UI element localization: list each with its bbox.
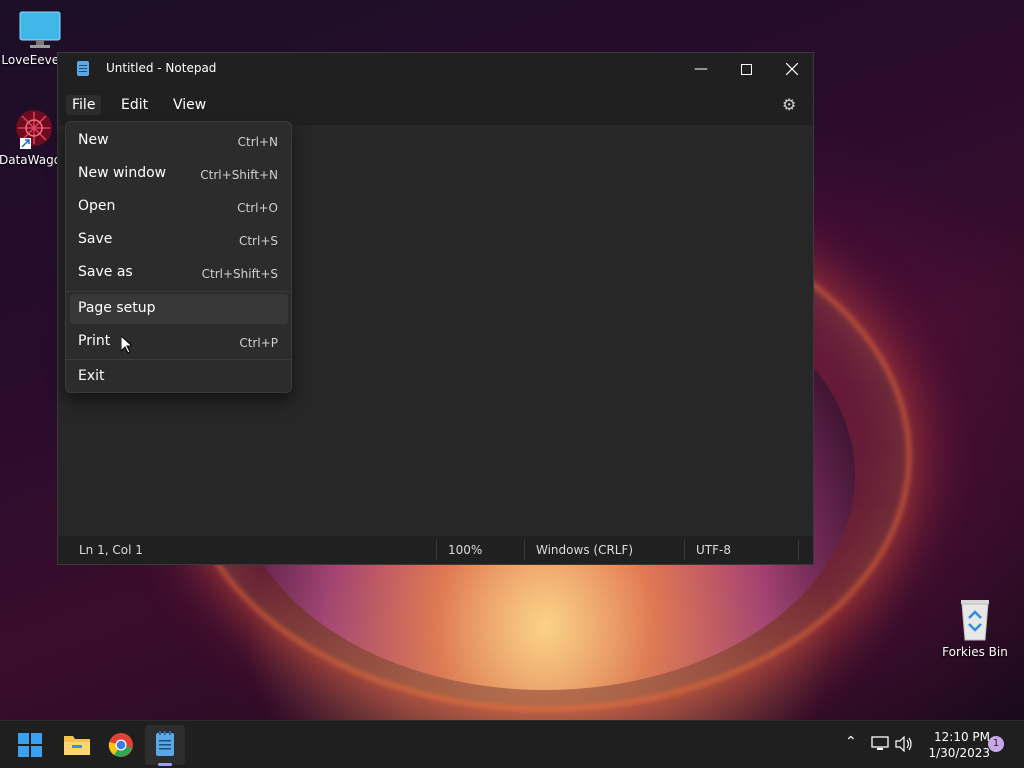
windows-start-icon[interactable] — [18, 733, 42, 757]
status-encoding: UTF-8 — [696, 543, 731, 557]
menu-item-print[interactable]: Print Ctrl+P — [70, 327, 288, 357]
status-zoom: 100% — [448, 543, 483, 557]
menu-item-open[interactable]: Open Ctrl+O — [70, 192, 288, 222]
volume-icon[interactable] — [895, 736, 913, 752]
notepad-icon — [77, 61, 89, 76]
close-button[interactable] — [769, 53, 815, 85]
menu-item-label: Save — [78, 231, 113, 247]
clock-date: 1/30/2023 — [928, 746, 990, 760]
status-bar: Ln 1, Col 1 100% Windows (CRLF) UTF-8 — [58, 536, 813, 564]
close-icon — [786, 63, 798, 75]
menu-bar: File Edit View ⚙ — [58, 85, 813, 125]
status-line-endings: Windows (CRLF) — [536, 543, 634, 557]
menu-separator — [66, 359, 291, 360]
settings-gear-icon[interactable]: ⚙ — [782, 95, 796, 114]
menu-item-shortcut: Ctrl+P — [239, 336, 278, 350]
minimize-button[interactable]: — — [678, 53, 724, 85]
menu-separator — [66, 291, 291, 292]
file-dropdown-menu: New Ctrl+N New window Ctrl+Shift+N Open … — [65, 121, 292, 393]
status-divider — [684, 540, 685, 560]
menu-item-label: Exit — [78, 368, 105, 384]
menu-item-save[interactable]: Save Ctrl+S — [70, 225, 288, 255]
menu-item-shortcut: Ctrl+N — [237, 135, 278, 149]
clock-time: 12:10 PM — [934, 730, 990, 744]
chrome-browser-icon[interactable] — [108, 732, 134, 758]
menu-item-label: New — [78, 132, 109, 148]
menu-item-label: Page setup — [78, 300, 156, 316]
notification-badge[interactable]: 1 — [988, 736, 1004, 752]
desktop-icon-recycle-bin[interactable]: Forkies Bin — [935, 596, 1015, 659]
status-divider — [524, 540, 525, 560]
menu-edit[interactable]: Edit — [115, 95, 154, 115]
menu-file[interactable]: File — [66, 95, 102, 115]
menu-item-label: Save as — [78, 264, 133, 280]
title-bar[interactable]: Untitled - Notepad — — [58, 53, 813, 85]
menu-item-shortcut: Ctrl+Shift+N — [200, 168, 278, 182]
system-clock[interactable]: 12:10 PM 1/30/2023 — [920, 729, 990, 761]
menu-item-shortcut: Ctrl+S — [238, 234, 278, 248]
menu-item-shortcut: Ctrl+Shift+S — [201, 267, 278, 281]
chevron-up-icon[interactable]: ⌃ — [845, 734, 857, 750]
notepad-taskbar-icon — [156, 731, 174, 756]
menu-item-label: New window — [78, 165, 167, 181]
menu-view[interactable]: View — [167, 95, 212, 115]
mouse-pointer-icon — [121, 336, 132, 354]
menu-item-new-window[interactable]: New window Ctrl+Shift+N — [70, 159, 288, 189]
monitor-icon — [19, 11, 61, 48]
desktop-icon-label: Forkies Bin — [942, 645, 1008, 659]
file-explorer-icon[interactable] — [64, 733, 90, 755]
menu-item-exit[interactable]: Exit — [70, 362, 288, 392]
status-divider — [798, 540, 799, 560]
status-cursor-position: Ln 1, Col 1 — [79, 543, 143, 557]
menu-item-label: Print — [78, 333, 111, 349]
menu-item-page-setup[interactable]: Page setup — [70, 294, 288, 324]
menu-item-new[interactable]: New Ctrl+N — [70, 126, 288, 156]
recycle-bin-icon — [961, 600, 989, 641]
datawago-app-icon — [16, 110, 52, 149]
network-icon[interactable] — [871, 736, 889, 752]
menu-item-label: Open — [78, 198, 116, 214]
maximize-button[interactable] — [723, 53, 769, 85]
menu-item-save-as[interactable]: Save as Ctrl+Shift+S — [70, 258, 288, 288]
status-divider — [436, 540, 437, 560]
active-app-indicator — [158, 763, 172, 766]
maximize-icon — [740, 63, 752, 75]
taskbar: ⌃ 12:10 PM 1/30/2023 — [0, 720, 1024, 768]
minimize-icon: — — [694, 61, 708, 77]
window-title: Untitled - Notepad — [106, 61, 217, 75]
menu-item-shortcut: Ctrl+O — [237, 201, 278, 215]
